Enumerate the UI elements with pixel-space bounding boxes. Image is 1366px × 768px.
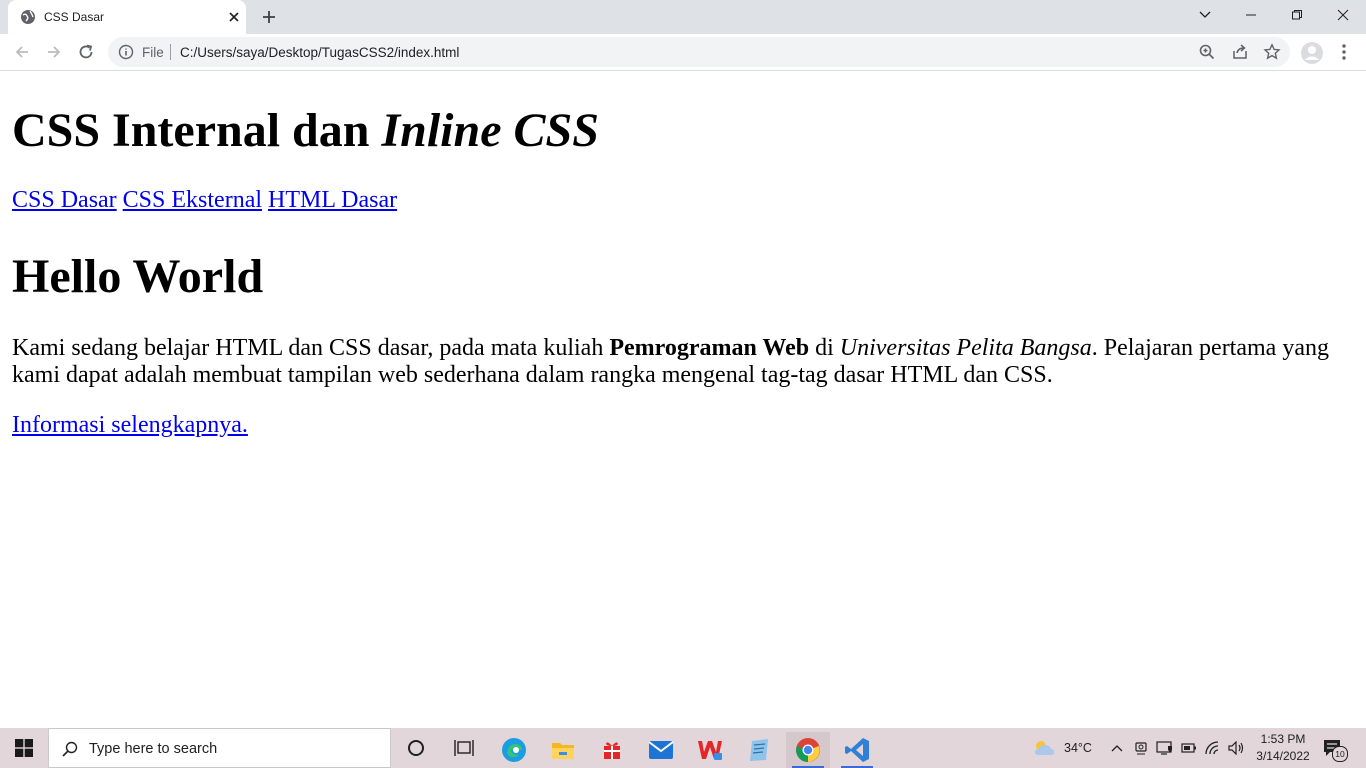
minimize-button[interactable] <box>1228 0 1274 30</box>
taskbar-clock[interactable]: 1:53 PM 3/14/2022 <box>1248 731 1318 765</box>
para-bold-course: Pemrograman Web <box>609 335 810 361</box>
new-tab-icon[interactable] <box>260 8 278 26</box>
arrow-right-icon <box>48 46 61 58</box>
search-placeholder: Type here to search <box>89 741 218 757</box>
battery-icon <box>1181 743 1196 753</box>
taskbar-mail[interactable] <box>639 732 683 768</box>
tray-network[interactable] <box>1205 728 1221 768</box>
share-icon[interactable] <box>1231 43 1249 61</box>
display-shield-icon <box>1156 741 1172 755</box>
tab-search-button[interactable] <box>1182 0 1228 30</box>
more-info-link[interactable]: Informasi selengkapnya. <box>12 412 248 439</box>
taskbar-file-explorer[interactable] <box>541 732 585 768</box>
info-icon[interactable] <box>118 44 134 60</box>
nav-link-html-dasar[interactable]: HTML Dasar <box>268 187 397 213</box>
gift-icon <box>604 742 620 759</box>
page-nav: CSS Dasar CSS Eksternal HTML Dasar <box>12 187 403 214</box>
nav-link-css-eksternal[interactable]: CSS Eksternal <box>123 187 262 213</box>
meet-now-icon <box>1135 742 1147 755</box>
taskbar-gift-app[interactable] <box>590 732 634 768</box>
chevron-down-icon <box>1199 11 1211 18</box>
forward-button[interactable] <box>42 40 66 64</box>
page-title: CSS Internal dan Inline CSS <box>12 103 599 158</box>
profile-avatar-icon[interactable] <box>1300 41 1324 65</box>
clock-date: 3/14/2022 <box>1256 749 1310 763</box>
taskbar-search-box[interactable]: Type here to search <box>48 728 391 768</box>
hello-heading: Hello World <box>12 250 264 303</box>
vscode-icon <box>845 738 869 762</box>
mail-icon <box>648 741 674 759</box>
taskbar-vscode[interactable] <box>835 732 879 768</box>
taskbar-notepad-app[interactable] <box>737 732 781 768</box>
close-window-button[interactable] <box>1320 0 1366 30</box>
bookmark-star-icon[interactable] <box>1263 43 1281 61</box>
cortana-button[interactable] <box>394 728 438 768</box>
weather-cloud-icon <box>1035 741 1054 755</box>
tab-title: CSS Dasar <box>44 10 105 24</box>
tray-overflow-button[interactable] <box>1110 728 1124 768</box>
start-button[interactable] <box>0 728 48 768</box>
address-bar[interactable]: File C:/Users/saya/Desktop/TugasCSS2/ind… <box>108 37 1290 67</box>
restore-button[interactable] <box>1274 0 1320 30</box>
edge-browser-icon <box>502 738 526 762</box>
para-italic-university: Universitas Pelita Bangsa <box>839 335 1092 361</box>
windows-taskbar: Type here to search 34°C 1:53 PM 3/14/20… <box>0 728 1366 768</box>
close-icon <box>1337 9 1349 21</box>
more-options-icon[interactable] <box>1336 42 1352 62</box>
search-icon <box>62 741 78 757</box>
web-page-content: CSS Internal dan Inline CSS CSS Dasar CSS… <box>0 71 1366 728</box>
address-separator <box>170 44 171 60</box>
address-url[interactable]: C:/Users/saya/Desktop/TugasCSS2/index.ht… <box>180 45 459 60</box>
tray-battery[interactable] <box>1181 728 1197 768</box>
notepad-icon <box>750 739 768 761</box>
wps-office-icon <box>698 741 722 760</box>
back-button[interactable] <box>10 40 34 64</box>
weather-widget[interactable]: 34°C <box>1032 728 1092 768</box>
clock-time: 1:53 PM <box>1260 732 1306 746</box>
tab-css-dasar[interactable]: CSS Dasar <box>8 0 246 34</box>
nav-link-css-dasar[interactable]: CSS Dasar <box>12 187 117 213</box>
zoom-icon[interactable] <box>1198 43 1216 61</box>
para-text-2: di <box>809 335 840 361</box>
browser-toolbar: File C:/Users/saya/Desktop/TugasCSS2/ind… <box>0 34 1366 71</box>
speaker-icon <box>1228 741 1244 755</box>
notification-badge: 10 <box>1332 746 1348 762</box>
notification-center-button[interactable]: 10 <box>1322 738 1348 762</box>
page-title-italic: Inline CSS <box>381 104 599 157</box>
browser-tab-strip: CSS Dasar <box>0 0 1366 34</box>
intro-paragraph: Kami sedang belajar HTML dan CSS dasar, … <box>12 335 1352 389</box>
minimize-icon <box>1246 14 1256 16</box>
reload-icon <box>79 44 93 59</box>
windows-logo-icon <box>15 739 33 757</box>
wifi-icon <box>1205 741 1219 755</box>
cortana-circle-icon <box>408 740 424 756</box>
weather-temperature: 34°C <box>1064 741 1092 755</box>
folder-icon <box>552 743 574 759</box>
address-scheme-label: File <box>142 45 164 60</box>
taskbar-wps-office[interactable] <box>688 732 732 768</box>
para-text-1: Kami sedang belajar HTML dan CSS dasar, … <box>12 335 610 361</box>
taskbar-chrome[interactable] <box>786 732 830 768</box>
globe-icon <box>21 10 35 24</box>
chevron-up-icon <box>1111 745 1123 752</box>
tray-security[interactable] <box>1156 728 1174 768</box>
taskbar-edge[interactable] <box>492 732 536 768</box>
close-tab-icon[interactable] <box>226 9 242 25</box>
restore-icon <box>1292 10 1302 20</box>
task-view-icon <box>454 740 474 756</box>
page-title-plain: CSS Internal dan <box>12 104 382 157</box>
chrome-icon <box>796 738 820 762</box>
tray-volume[interactable] <box>1228 728 1246 768</box>
arrow-left-icon <box>15 46 28 58</box>
tray-meet-now[interactable] <box>1134 728 1148 768</box>
task-view-button[interactable] <box>442 728 486 768</box>
reload-button[interactable] <box>74 40 98 64</box>
